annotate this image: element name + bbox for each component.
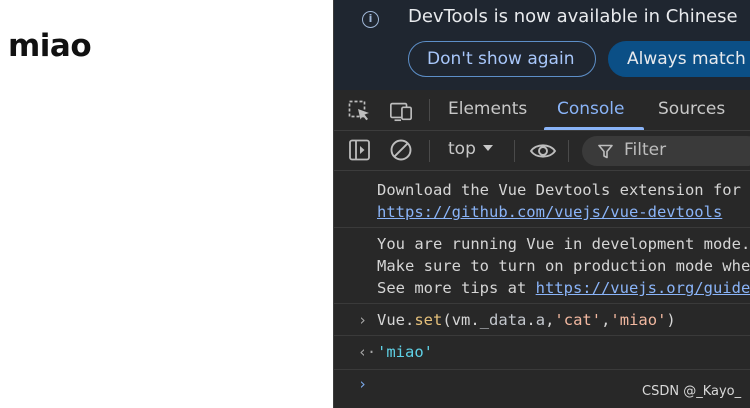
console-message: Download the Vue Devtools extension for … [334,179,750,223]
message-text: You are running Vue in development mode. [377,235,750,253]
code-token: Vue [377,311,405,329]
show-sidebar-icon[interactable] [348,139,372,161]
watermark: CSDN @_Kayo_ [642,384,742,399]
vue-devtools-link[interactable]: https://github.com/vuejs/vue-devtools [377,203,722,221]
code-token: _data [479,311,527,329]
code-token: ) [666,311,676,329]
console-prompt-icon[interactable]: › [358,375,367,393]
code-token: . [526,311,536,329]
info-icon: i [362,11,379,28]
toolbar-separator [568,140,569,162]
clear-console-icon[interactable] [389,139,413,161]
devtools-panel: i DevTools is now available in Chinese D… [333,0,750,408]
context-selector-label: top [448,139,476,159]
console-input-line[interactable]: Vue.set(vm._data.a,'cat','miao') [334,309,750,331]
console-toolbar: top Filter [334,131,750,171]
dont-show-again-button[interactable]: Don't show again [408,41,596,77]
eye-icon[interactable] [529,140,557,162]
active-tab-indicator [544,127,644,130]
message-divider [334,303,750,304]
code-token: 'cat' [554,311,602,329]
tab-console[interactable]: Console [557,99,625,119]
language-infobar: i DevTools is now available in Chinese D… [334,0,750,90]
toolbar-separator [429,140,430,162]
filter-icon [598,144,613,159]
toolbar-separator [514,140,515,162]
message-divider [334,227,750,228]
code-token: . [405,311,415,329]
context-selector[interactable]: top [448,139,493,159]
message-divider [334,369,750,370]
code-token: vm [451,311,471,329]
filter-placeholder: Filter [624,140,667,160]
message-text: Make sure to turn on production mode whe… [377,257,750,275]
code-token: a [535,311,546,329]
result-value: 'miao' [377,343,433,361]
message-divider [334,335,750,336]
always-match-language-button[interactable]: Always match Chrome's language [608,41,750,77]
tab-elements[interactable]: Elements [448,99,527,119]
message-text: Download the Vue Devtools extension for … [377,181,750,199]
devtools-tabbar: Elements Console Sources [334,90,750,131]
caret-down-icon [482,145,493,151]
message-text: See more tips at [377,279,536,297]
web-page: miao [0,0,333,408]
code-token: set [414,311,443,329]
code-token: 'miao' [610,311,667,329]
device-toolbar-icon[interactable] [389,100,413,122]
inspect-element-icon[interactable] [348,100,372,122]
console-output: Download the Vue Devtools extension for … [334,171,750,408]
filter-input[interactable]: Filter [582,136,750,166]
tab-sources[interactable]: Sources [658,99,725,119]
infobar-message: DevTools is now available in Chinese [408,6,738,27]
page-heading: miao [8,28,92,64]
code-token: , [545,311,555,329]
code-token: ( [442,311,452,329]
code-token: . [470,311,480,329]
console-message: You are running Vue in development mode.… [334,233,750,299]
toolbar-separator [429,99,430,121]
vue-guide-link[interactable]: https://vuejs.org/guide/deployment.html [536,279,750,297]
console-result-line: 'miao' [334,341,750,363]
